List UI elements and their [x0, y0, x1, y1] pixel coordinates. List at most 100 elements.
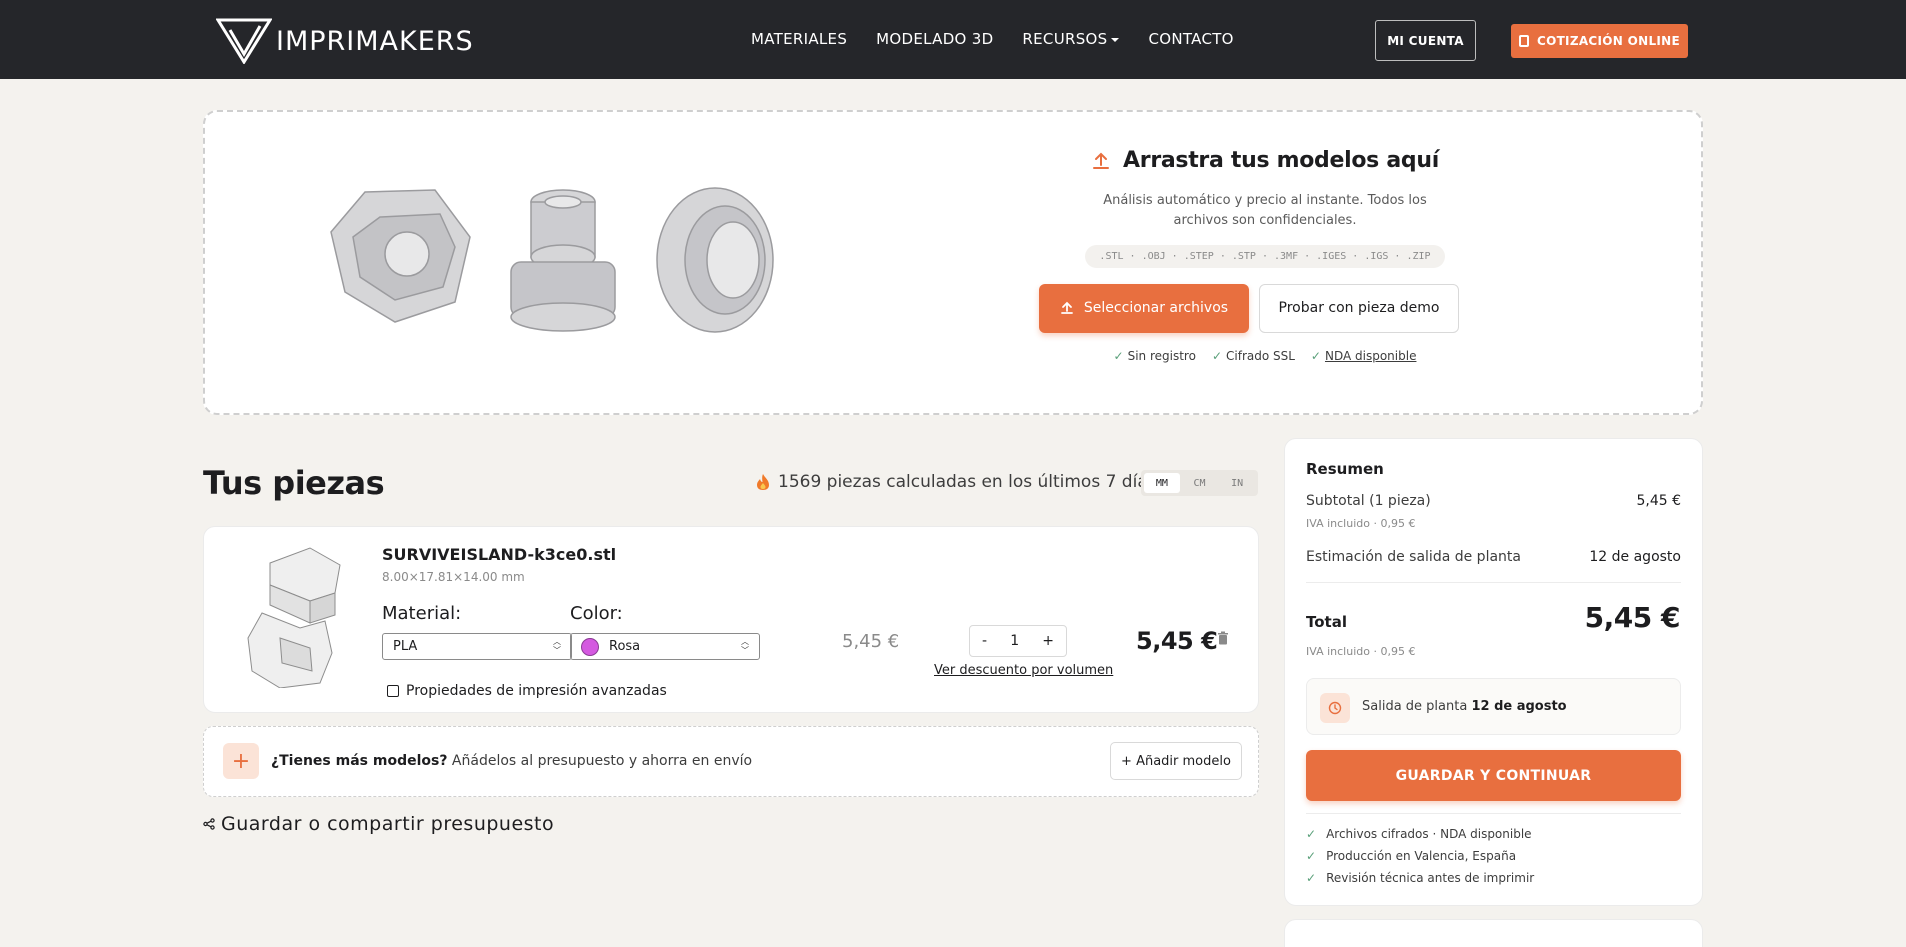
check-icon: ✓ — [1306, 871, 1317, 885]
check-icon: ✓ — [1306, 849, 1317, 863]
ship-date-text: Salida de planta 12 de agosto — [1362, 699, 1567, 714]
upload-icon — [1093, 152, 1110, 169]
more-models-title: ¿Tienes más modelos? — [271, 753, 448, 769]
subtotal-label: Subtotal (1 pieza) — [1306, 493, 1431, 509]
check-icon: ✓ — [1113, 348, 1124, 363]
advanced-properties-label: Propiedades de impresión avanzadas — [406, 683, 667, 699]
pieces-title: Tus piezas — [203, 464, 385, 502]
color-swatch — [581, 637, 599, 656]
total-label: Total — [1306, 613, 1347, 631]
nav-link-contacto[interactable]: CONTACTO — [1148, 30, 1233, 48]
estimate-value: 12 de agosto — [1589, 549, 1681, 565]
save-share-quote-link[interactable]: Guardar o compartir presupuesto — [203, 813, 554, 835]
logo[interactable]: IMPRIMAKERS — [216, 18, 474, 64]
trash-icon[interactable] — [1217, 631, 1229, 645]
clock-icon — [1320, 693, 1350, 723]
share-icon — [203, 818, 215, 830]
more-models-desc: Añádelos al presupuesto y ahorra en enví… — [447, 753, 753, 769]
select-files-button[interactable]: Seleccionar archivos — [1039, 283, 1249, 333]
dropzone-title-text: Arrastra tus modelos aquí — [1123, 148, 1439, 173]
unit-cm[interactable]: CM — [1182, 473, 1218, 493]
summary-panel: Resumen Subtotal (1 pieza) 5,45 € IVA in… — [1284, 438, 1703, 906]
check-icon: ✓ — [1310, 348, 1321, 363]
summary-divider — [1306, 813, 1681, 814]
ship-date-box: Salida de planta 12 de agosto — [1306, 678, 1681, 735]
logo-text: IMPRIMAKERS — [276, 25, 474, 57]
check-label: Cifrado SSL — [1226, 348, 1295, 363]
check-no-signup: ✓ Sin registro — [1114, 349, 1196, 363]
select-arrows-icon: ︿ ﹀ — [741, 637, 749, 655]
select-files-label: Seleccionar archivos — [1083, 300, 1229, 316]
qty-minus-button[interactable]: - — [982, 633, 987, 649]
volume-discount-link[interactable]: Ver descuento por volumen — [934, 663, 1113, 678]
pieces-counter-text: 1569 piezas calculadas en los últimos 7 … — [778, 472, 1157, 492]
unit-mm[interactable]: MM — [1144, 473, 1180, 493]
upload-dropzone[interactable]: Arrastra tus modelos aquí Análisis autom… — [203, 110, 1703, 415]
feature-label: Archivos cifrados · NDA disponible — [1326, 827, 1532, 841]
check-nda: ✓ NDA disponible — [1311, 349, 1417, 363]
ring-model — [656, 187, 774, 333]
upload-icon — [1061, 301, 1073, 314]
piece-thumbnail — [247, 547, 341, 688]
color-value: Rosa — [609, 639, 641, 654]
cylinder-model — [510, 189, 616, 332]
nav-link-recursos-label: RECURSOS — [1022, 30, 1108, 48]
hex-nut-model — [330, 189, 471, 323]
subtotal-row: Subtotal (1 pieza) 5,45 € — [1306, 493, 1681, 509]
pieces-counter: 1569 piezas calculadas en los últimos 7 … — [756, 472, 1157, 492]
quote-button[interactable]: COTIZACIÓN ONLINE — [1511, 24, 1688, 58]
material-value: PLA — [393, 639, 418, 654]
total-value: 5,45 € — [1584, 601, 1681, 634]
save-continue-button[interactable]: GUARDAR Y CONTINUAR — [1306, 750, 1681, 801]
nav-link-materiales[interactable]: MATERIALES — [751, 30, 847, 48]
subtotal-vat-note: IVA incluido · 0,95 € — [1306, 517, 1416, 530]
file-formats-badge: .STL · .OBJ · .STEP · .STP · .3MF · .IGE… — [1085, 244, 1445, 268]
unit-toggle: MM CM IN — [1141, 470, 1258, 496]
color-select[interactable]: Rosa ︿ ﹀ — [570, 633, 760, 660]
estimate-label: Estimación de salida de planta — [1306, 549, 1521, 565]
logo-triangle-icon — [216, 18, 272, 64]
quantity-stepper: - 1 + — [969, 625, 1067, 657]
total-vat-note: IVA incluido · 0,95 € — [1306, 645, 1416, 658]
feature-item: ✓ Archivos cifrados · NDA disponible — [1306, 823, 1534, 845]
nav-links: MATERIALES MODELADO 3D RECURSOS CONTACTO — [751, 30, 1234, 48]
check-label: Sin registro — [1127, 348, 1196, 363]
nav-link-modelado[interactable]: MODELADO 3D — [876, 30, 993, 48]
nda-link[interactable]: NDA disponible — [1325, 349, 1416, 363]
demo-models-illustration — [330, 187, 774, 333]
secondary-panel — [1284, 919, 1703, 947]
add-more-models-card: + ¿Tienes más modelos? Añádelos al presu… — [203, 726, 1259, 797]
material-label: Material: — [382, 603, 462, 624]
estimate-row: Estimación de salida de planta 12 de ago… — [1306, 549, 1681, 565]
unit-in[interactable]: IN — [1219, 473, 1255, 493]
select-arrows-icon: ︿ ﹀ — [553, 637, 561, 655]
feature-label: Revisión técnica antes de imprimir — [1326, 871, 1535, 885]
qty-plus-button[interactable]: + — [1042, 633, 1054, 649]
check-icon: ✓ — [1306, 827, 1317, 841]
add-model-button[interactable]: + Añadir modelo — [1110, 742, 1242, 780]
feature-item: ✓ Producción en Valencia, España — [1306, 845, 1534, 867]
color-label: Color: — [570, 603, 623, 624]
demo-piece-button[interactable]: Probar con pieza demo — [1259, 283, 1459, 333]
piece-dimensions: 8.00×17.81×14.00 mm — [382, 570, 525, 584]
check-icon: ✓ — [1211, 348, 1222, 363]
dropzone-title: Arrastra tus modelos aquí — [1091, 148, 1439, 173]
nav-link-recursos[interactable]: RECURSOS — [1022, 30, 1120, 48]
check-ssl: ✓ Cifrado SSL — [1212, 349, 1295, 363]
feature-item: ✓ Revisión técnica antes de imprimir — [1306, 867, 1534, 889]
checkbox[interactable] — [387, 685, 399, 697]
save-share-label: Guardar o compartir presupuesto — [221, 813, 555, 835]
account-button[interactable]: MI CUENTA — [1375, 20, 1476, 61]
piece-filename: SURVIVEISLAND-k3ce0.stl — [382, 545, 617, 564]
advanced-properties-toggle[interactable]: Propiedades de impresión avanzadas — [387, 683, 667, 699]
piece-card: SURVIVEISLAND-k3ce0.stl 8.00×17.81×14.00… — [203, 526, 1259, 713]
dropzone-buttons: Seleccionar archivos Probar con pieza de… — [1023, 283, 1475, 333]
caret-down-icon — [1111, 37, 1120, 42]
piece-total-price: 5,45 € — [1136, 627, 1218, 655]
more-models-text: ¿Tienes más modelos? Añádelos al presupu… — [271, 753, 752, 769]
summary-title: Resumen — [1306, 460, 1384, 478]
material-select[interactable]: PLA ︿ ﹀ — [382, 633, 572, 660]
qty-value[interactable]: 1 — [1010, 633, 1019, 649]
ship-prefix: Salida de planta — [1362, 699, 1472, 714]
feature-label: Producción en Valencia, España — [1326, 849, 1517, 863]
